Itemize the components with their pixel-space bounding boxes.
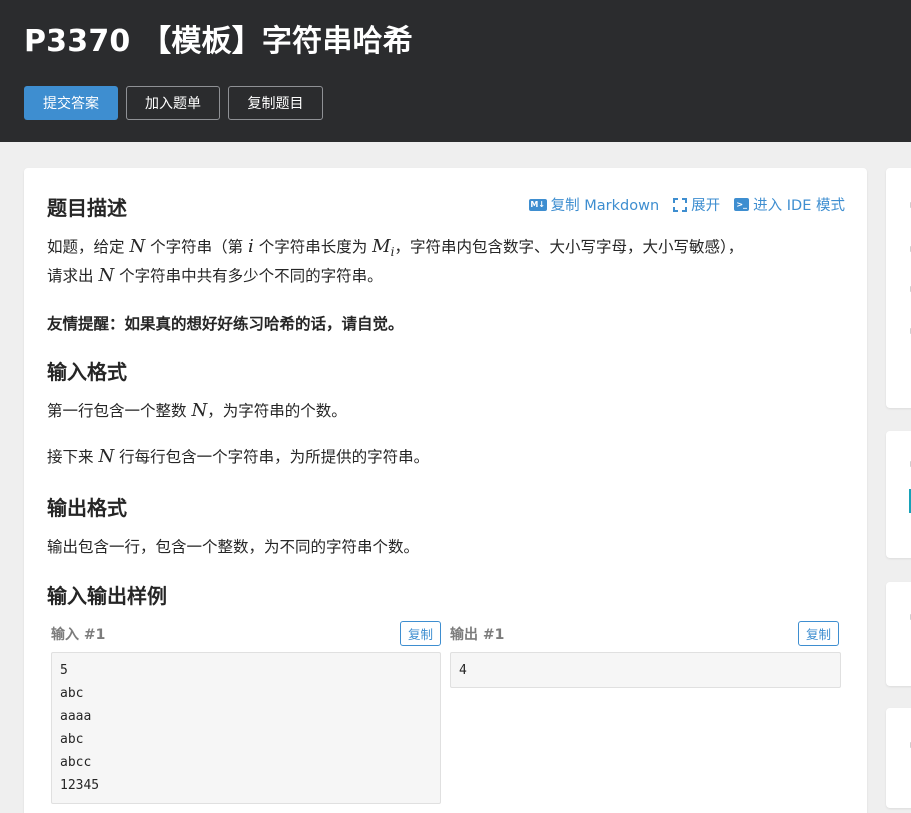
input-format-line-1: 第一行包含一个整数 N，为字符串的个数。 — [47, 400, 347, 421]
samples-heading: 输入输出样例 — [47, 584, 167, 608]
sidebar-card-tags — [886, 431, 911, 558]
copy-problem-button[interactable]: 复制题目 — [228, 86, 323, 120]
expand-label: 展开 — [691, 198, 721, 214]
expand-link[interactable]: 展开 — [673, 194, 720, 215]
copy-input-button[interactable]: 复制 — [400, 621, 441, 646]
sidebar-card-extra — [886, 708, 911, 808]
markdown-icon: M↓ — [528, 198, 547, 211]
sample-input-label: 输入 #1 — [51, 627, 106, 643]
sample-output-line: 4 — [459, 663, 467, 678]
enter-ide-label: 进入 IDE 模式 — [753, 198, 845, 214]
sample-input-line: abc — [60, 732, 84, 747]
output-format-heading: 输出格式 — [47, 496, 127, 520]
sidebar-card-related — [886, 582, 911, 686]
problem-toolbar: M↓ 复制 Markdown 展开 >_ 进入 IDE 模式 — [528, 194, 845, 215]
description-line-2: 请求出 N 个字符串中共有多少个不同的字符串。 — [47, 265, 383, 286]
input-format-line-2: 接下来 N 行每行包含一个字符串，为所提供的字符串。 — [47, 446, 430, 467]
friendly-tip: 友情提醒：如果真的想好好练习哈希的话，请自觉。 — [47, 315, 404, 333]
submit-button[interactable]: 提交答案 — [24, 86, 118, 120]
sample-input-line: abc — [60, 686, 84, 701]
problem-title: P3370 【模板】字符串哈希 — [24, 24, 413, 59]
output-format-line-1: 输出包含一行，包含一个整数，为不同的字符串个数。 — [47, 538, 420, 556]
problem-header: P3370 【模板】字符串哈希 提交答案 加入题单 复制题目 — [0, 0, 911, 142]
add-to-list-button[interactable]: 加入题单 — [126, 86, 220, 120]
copy-output-button[interactable]: 复制 — [798, 621, 839, 646]
enter-ide-link[interactable]: >_ 进入 IDE 模式 — [734, 194, 845, 215]
sample-output-label: 输出 #1 — [450, 627, 505, 643]
header-actions: 提交答案 加入题单 复制题目 — [24, 86, 323, 120]
sample-input-line: 5 — [60, 663, 68, 678]
sample-input-line: abcc — [60, 755, 92, 770]
copy-markdown-link[interactable]: M↓ 复制 Markdown — [528, 194, 660, 215]
sample-input-line: 12345 — [60, 778, 100, 793]
description-heading: 题目描述 — [47, 196, 127, 220]
terminal-icon: >_ — [734, 198, 750, 211]
sample-input-line: aaaa — [60, 709, 92, 724]
expand-icon — [673, 197, 688, 212]
input-format-heading: 输入格式 — [47, 360, 127, 384]
problem-card: 题目描述 M↓ 复制 Markdown 展开 >_ 进入 IDE 模式 如题，给… — [24, 168, 867, 813]
sample-input-box: 5 abc aaaa abc abcc 12345 — [51, 652, 441, 804]
sample-output-box: 4 — [450, 652, 841, 688]
copy-markdown-label: 复制 Markdown — [550, 198, 660, 214]
sidebar-card-info — [886, 168, 911, 408]
